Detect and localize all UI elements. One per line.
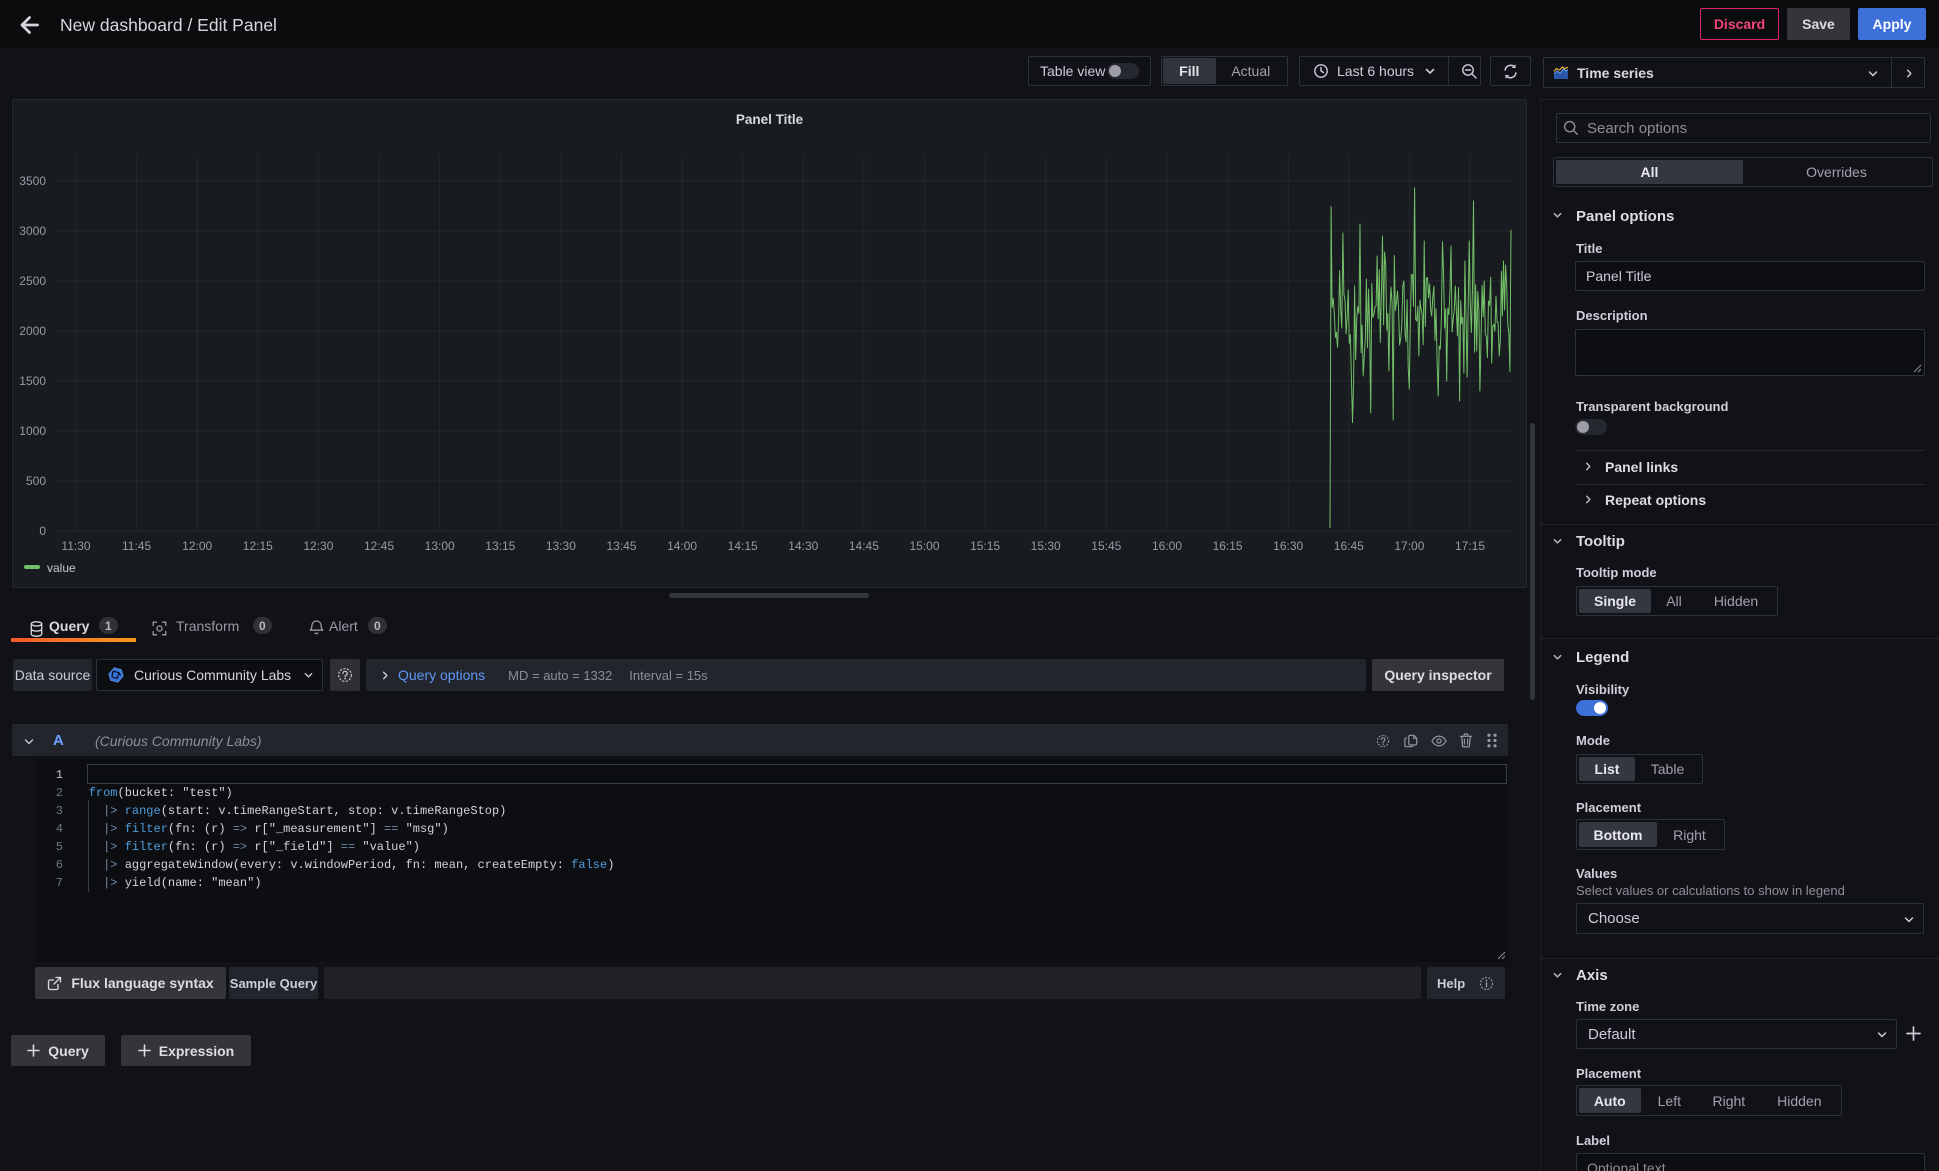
svg-text:14:45: 14:45	[849, 539, 879, 553]
svg-text:15:30: 15:30	[1031, 539, 1061, 553]
svg-text:11:30: 11:30	[61, 539, 90, 553]
svg-text:16:15: 16:15	[1213, 539, 1243, 553]
svg-text:15:15: 15:15	[970, 539, 1000, 553]
svg-text:15:00: 15:00	[909, 539, 939, 553]
svg-text:1500: 1500	[19, 374, 46, 388]
svg-text:12:00: 12:00	[182, 539, 212, 553]
svg-text:12:30: 12:30	[303, 539, 333, 553]
svg-text:2500: 2500	[19, 274, 46, 288]
svg-text:0: 0	[39, 524, 46, 538]
svg-text:17:15: 17:15	[1455, 539, 1485, 553]
svg-text:14:00: 14:00	[667, 539, 697, 553]
svg-text:13:15: 13:15	[485, 539, 515, 553]
svg-text:500: 500	[26, 474, 46, 488]
svg-text:3500: 3500	[19, 174, 46, 188]
svg-text:value: value	[47, 561, 76, 575]
svg-text:1000: 1000	[19, 424, 46, 438]
svg-text:3000: 3000	[19, 224, 46, 238]
svg-text:16:30: 16:30	[1273, 539, 1303, 553]
svg-text:12:45: 12:45	[364, 539, 394, 553]
svg-text:11:45: 11:45	[122, 539, 151, 553]
svg-text:13:45: 13:45	[606, 539, 636, 553]
svg-text:2000: 2000	[19, 324, 46, 338]
svg-text:17:00: 17:00	[1394, 539, 1424, 553]
svg-text:16:45: 16:45	[1334, 539, 1364, 553]
svg-text:15:45: 15:45	[1091, 539, 1121, 553]
svg-text:14:30: 14:30	[788, 539, 818, 553]
svg-text:14:15: 14:15	[728, 539, 758, 553]
svg-text:13:30: 13:30	[546, 539, 576, 553]
svg-text:16:00: 16:00	[1152, 539, 1182, 553]
svg-text:12:15: 12:15	[243, 539, 273, 553]
svg-text:13:00: 13:00	[425, 539, 455, 553]
